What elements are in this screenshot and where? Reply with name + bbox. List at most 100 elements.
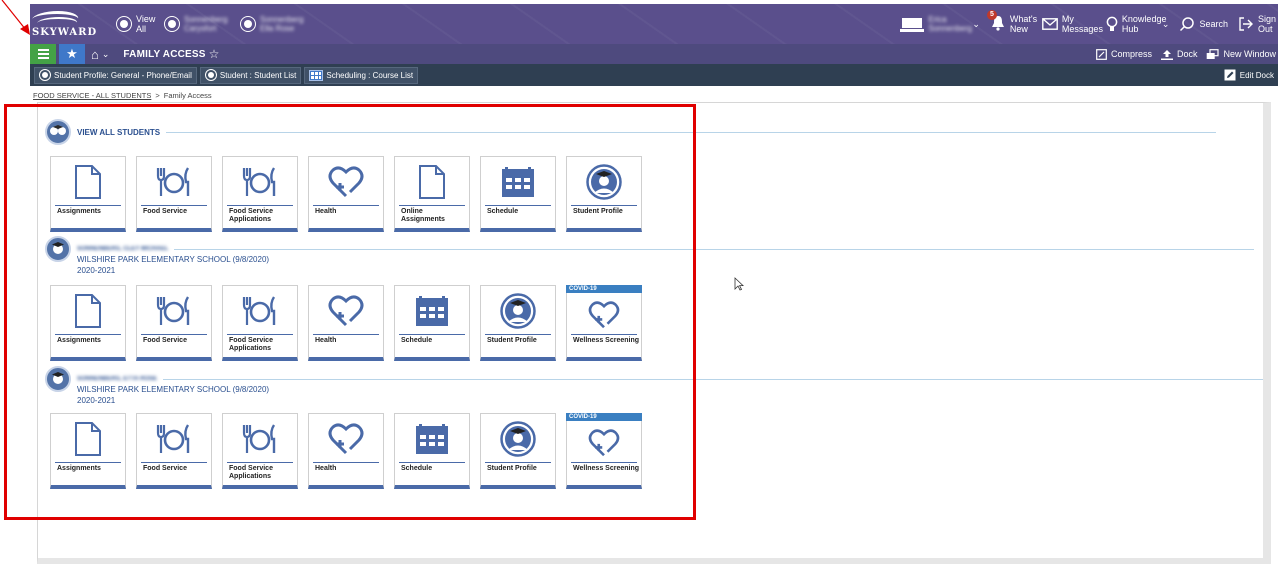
- user-menu[interactable]: Erica Sonnenberg ⌄: [900, 15, 980, 33]
- tile-health[interactable]: Health: [308, 413, 384, 489]
- tile-food-service-applications[interactable]: Food Service Applications: [222, 413, 298, 489]
- new-window-icon: [1207, 48, 1220, 59]
- star-icon: ★: [66, 46, 78, 61]
- chevron-down-icon: ⌄: [101, 48, 110, 59]
- tile-student-profile[interactable]: Student Profile: [566, 156, 642, 232]
- messages-button[interactable]: My Messages: [1042, 14, 1103, 34]
- calendar-icon: [416, 296, 448, 326]
- tile-assignments[interactable]: Assignments: [50, 156, 126, 232]
- heart-plus-icon: [588, 429, 620, 457]
- utensils-icon: [156, 424, 190, 453]
- calendar-icon: [416, 424, 448, 454]
- edit-dock-button[interactable]: Edit Dock: [1224, 64, 1274, 86]
- student-icon: [116, 16, 132, 32]
- view-all-button[interactable]: View All: [116, 14, 155, 34]
- covid-banner: COVID-19: [566, 285, 642, 293]
- document-icon: [419, 165, 445, 199]
- tile-student-profile[interactable]: Student Profile: [480, 413, 556, 489]
- whats-new-button[interactable]: 5 What's New: [986, 10, 1037, 34]
- knowledge-hub-button[interactable]: Knowledge Hub ⌄: [1106, 14, 1170, 34]
- student-name-blurred[interactable]: SONNENBERG, CLEY MICHAEL: [77, 246, 168, 252]
- search-button[interactable]: Search: [1179, 16, 1228, 32]
- favorites-star-button[interactable]: ★: [59, 44, 85, 64]
- tile-food-service[interactable]: Food Service: [136, 285, 212, 361]
- calendar-icon: [502, 167, 534, 197]
- student-avatar-icon: [45, 236, 71, 262]
- student-name-blurred[interactable]: SONNENBERG, ETTA ROSE: [77, 376, 157, 382]
- student-icon: [39, 69, 51, 81]
- home-icon: ⌂: [91, 46, 99, 62]
- user-computer-icon: [900, 18, 925, 32]
- dock-icon: [1160, 49, 1173, 60]
- tile-wellness-screening[interactable]: COVID-19 Wellness Screening: [566, 413, 642, 489]
- nav-bar: ★ ⌂ ⌄ FAMILY ACCESS ☆ Compress Dock New …: [30, 44, 1278, 64]
- student-icon: [204, 69, 217, 81]
- student-icon: [500, 421, 536, 457]
- chevron-down-icon: ⌄: [1161, 19, 1170, 29]
- tile-assignments[interactable]: Assignments: [50, 285, 126, 361]
- sign-out-button[interactable]: Sign Out: [1238, 14, 1276, 34]
- tile-food-service-applications[interactable]: Food Service Applications: [222, 156, 298, 232]
- tile-food-service[interactable]: Food Service: [136, 156, 212, 232]
- document-icon: [75, 165, 101, 199]
- section-student-2: SONNENBERG, ETTA ROSE WILSHIRE PARK ELEM…: [45, 366, 1264, 406]
- section-view-all-students: VIEW ALL STUDENTS: [45, 119, 1217, 145]
- dock-tab-course-list[interactable]: Scheduling : Course List: [304, 66, 419, 84]
- students-group-icon: [45, 119, 71, 145]
- utensils-icon: [242, 424, 276, 453]
- section-student-1: SONNENBERG, CLEY MICHAEL WILSHIRE PARK E…: [45, 236, 1255, 276]
- student-icon: [586, 164, 622, 200]
- tile-schedule[interactable]: Schedule: [480, 156, 556, 232]
- calendar-grid-icon: [309, 69, 324, 81]
- compress-icon: [1096, 48, 1107, 60]
- document-icon: [75, 294, 101, 328]
- tile-student-profile[interactable]: Student Profile: [480, 285, 556, 361]
- covid-banner: COVID-19: [566, 413, 642, 421]
- student-switch-1[interactable]: Sonnenberg Carysfort: [164, 15, 230, 33]
- tile-schedule[interactable]: Schedule: [394, 413, 470, 489]
- breadcrumb-current: Family Access: [163, 91, 212, 100]
- chevron-down-icon: ⌄: [972, 19, 980, 29]
- heart-plus-icon: [328, 295, 364, 327]
- utensils-icon: [242, 296, 276, 325]
- utensils-icon: [156, 167, 190, 196]
- mouse-cursor-icon: [734, 277, 744, 291]
- hamburger-menu-button[interactable]: [30, 44, 56, 64]
- new-window-button[interactable]: New Window: [1206, 48, 1276, 60]
- heart-plus-icon: [328, 166, 364, 198]
- heart-plus-icon: [588, 301, 620, 329]
- tile-health[interactable]: Health: [308, 156, 384, 232]
- tile-online-assignments[interactable]: Online Assignments: [394, 156, 470, 232]
- page-title: FAMILY ACCESS: [123, 48, 206, 60]
- student-icon: [500, 293, 536, 329]
- student-avatar-icon: [45, 366, 71, 392]
- student-icon: [164, 16, 180, 32]
- student-icon: [240, 16, 256, 32]
- tile-health[interactable]: Health: [308, 285, 384, 361]
- tile-food-service[interactable]: Food Service: [136, 413, 212, 489]
- tiles-view-all: Assignments Food Service Food Service Ap…: [50, 156, 642, 232]
- skyward-logo[interactable]: SKYWARD: [30, 8, 96, 40]
- favorite-star-outline-icon[interactable]: ☆: [209, 47, 220, 61]
- tile-food-service-applications[interactable]: Food Service Applications: [222, 285, 298, 361]
- breadcrumb-link[interactable]: FOOD SERVICE - ALL STUDENTS: [33, 91, 151, 100]
- dock-bar: Student Profile: General - Phone/Email S…: [30, 64, 1278, 86]
- breadcrumb: FOOD SERVICE - ALL STUDENTS > Family Acc…: [33, 91, 212, 100]
- utensils-icon: [156, 296, 190, 325]
- envelope-icon: [1042, 18, 1058, 30]
- tile-assignments[interactable]: Assignments: [50, 413, 126, 489]
- breadcrumb-separator: >: [155, 91, 160, 100]
- section-title[interactable]: VIEW ALL STUDENTS: [77, 128, 160, 137]
- tile-wellness-screening[interactable]: COVID-19 Wellness Screening: [566, 285, 642, 361]
- dock-tab-student-list[interactable]: Student : Student List: [199, 66, 302, 84]
- dock-button[interactable]: Dock: [1160, 49, 1197, 60]
- tile-schedule[interactable]: Schedule: [394, 285, 470, 361]
- compress-button[interactable]: Compress: [1096, 48, 1152, 60]
- school-year: 2020-2021: [77, 266, 116, 275]
- utensils-icon: [242, 167, 276, 196]
- home-button[interactable]: ⌂ ⌄: [91, 47, 109, 62]
- student-switch-2[interactable]: Sonnenberg Ella Rose: [240, 15, 306, 33]
- tiles-student-2: Assignments Food Service Food Service Ap…: [50, 413, 642, 489]
- dock-tab-student-profile[interactable]: Student Profile: General - Phone/Email: [34, 66, 197, 84]
- school-year: 2020-2021: [77, 396, 116, 405]
